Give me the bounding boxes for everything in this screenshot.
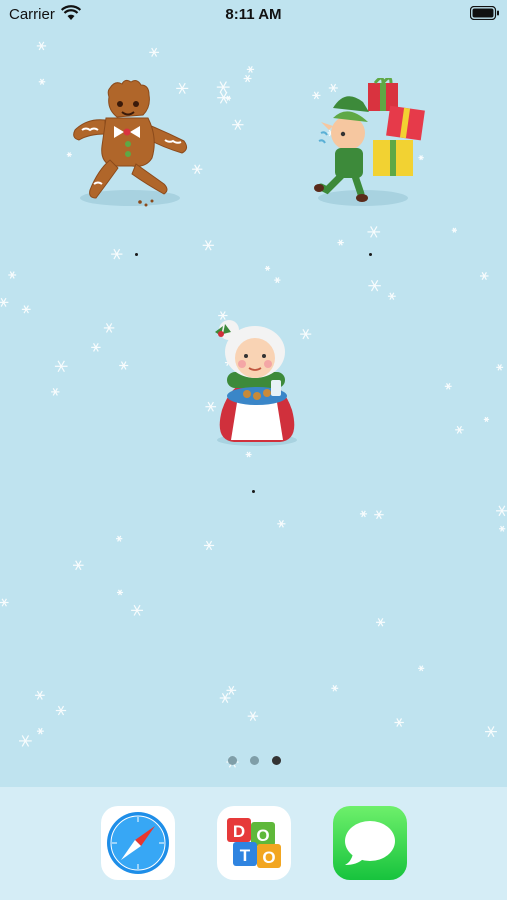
snowflake-icon bbox=[444, 383, 452, 390]
snowflake-icon bbox=[0, 297, 9, 307]
snowflake-icon bbox=[216, 81, 230, 93]
snowflake-icon bbox=[480, 271, 489, 280]
snowflake-icon bbox=[36, 727, 44, 735]
snowflake-icon bbox=[243, 74, 252, 83]
gingerbread-man-icon bbox=[73, 79, 188, 207]
snowflake-icon bbox=[277, 519, 286, 528]
snowflake-icon bbox=[226, 685, 237, 695]
doto-letter: D bbox=[233, 822, 245, 841]
snowflake-icon bbox=[368, 280, 381, 292]
snowflake-icon bbox=[232, 119, 244, 130]
snowflake-icon bbox=[246, 65, 255, 73]
snowflake-icon bbox=[54, 360, 68, 373]
snowflake-icon bbox=[202, 240, 214, 251]
snowflake-icon bbox=[217, 91, 231, 104]
page-indicator[interactable] bbox=[0, 756, 507, 766]
snowflake-icon bbox=[496, 364, 504, 371]
messages-bubble-icon bbox=[333, 806, 407, 880]
snowflake-icon bbox=[38, 78, 46, 85]
doto-app[interactable]: D O T O bbox=[217, 806, 291, 880]
mrs-claus-icon bbox=[215, 320, 297, 446]
app-label-dot bbox=[369, 253, 372, 256]
app-label-dot bbox=[252, 490, 255, 493]
snowflake-icon bbox=[337, 239, 344, 246]
snowflake-icon bbox=[51, 387, 60, 396]
snowflake-icon bbox=[91, 342, 101, 352]
snowflake-icon bbox=[34, 690, 45, 700]
snowflake-icon bbox=[21, 305, 31, 314]
snowflake-icon bbox=[451, 227, 457, 233]
messages-app[interactable] bbox=[333, 806, 407, 880]
snowflake-icon bbox=[8, 271, 17, 279]
elf-gifts-icon bbox=[314, 76, 425, 206]
snowflake-icon bbox=[219, 693, 231, 703]
snowflake-icon bbox=[496, 505, 507, 517]
page-dot[interactable] bbox=[250, 756, 259, 765]
doto-app-icon: D O T O bbox=[217, 806, 291, 880]
snowflake-icon bbox=[387, 292, 396, 300]
snowflake-icon bbox=[19, 735, 32, 747]
page-dot[interactable] bbox=[228, 756, 237, 765]
snowflake-icon bbox=[483, 416, 490, 423]
snowflake-icon bbox=[331, 685, 339, 692]
snowflake-icon bbox=[394, 718, 404, 727]
snowflake-icon bbox=[103, 323, 115, 333]
elf-with-gifts-sticker[interactable] bbox=[313, 76, 438, 218]
snowflake-icon bbox=[0, 598, 9, 607]
snowflake-icon bbox=[376, 618, 386, 627]
snowflake-icon bbox=[367, 226, 381, 238]
status-bar: Carrier 8:11 AM bbox=[0, 0, 507, 30]
snowflake-icon bbox=[455, 425, 464, 434]
snowflake-icon bbox=[119, 361, 129, 370]
snowflake-icon bbox=[55, 705, 67, 716]
app-label-dot bbox=[135, 253, 138, 256]
snowflake-icon bbox=[149, 47, 160, 57]
home-screen: Carrier 8:11 AM D O T O bbox=[0, 0, 507, 900]
snowflake-icon bbox=[359, 510, 368, 518]
snowflake-icon bbox=[131, 604, 144, 616]
mrs-claus-cookies-sticker[interactable] bbox=[197, 310, 312, 455]
snowflake-icon bbox=[374, 510, 384, 520]
snowflake-icon bbox=[73, 560, 84, 571]
dock: D O T O bbox=[0, 787, 507, 900]
snowflake-icon bbox=[111, 248, 123, 260]
doto-letter: T bbox=[240, 846, 251, 865]
snowflake-icon bbox=[247, 711, 259, 721]
doto-letter: O bbox=[256, 826, 269, 845]
snowflake-icon bbox=[418, 665, 425, 672]
snowflake-icon bbox=[485, 726, 497, 738]
battery-icon bbox=[470, 6, 499, 20]
page-dot-active[interactable] bbox=[272, 756, 281, 765]
gingerbread-man-sticker[interactable] bbox=[70, 78, 195, 218]
snowflake-icon bbox=[499, 525, 506, 532]
snowflake-icon bbox=[274, 277, 281, 284]
snowflake-icon bbox=[116, 589, 124, 596]
safari-app[interactable] bbox=[101, 806, 175, 880]
safari-compass-icon bbox=[101, 806, 175, 880]
clock: 8:11 AM bbox=[225, 6, 282, 23]
snowflake-icon bbox=[264, 265, 271, 271]
snowflake-icon bbox=[36, 41, 47, 51]
snowflake-icon bbox=[116, 535, 123, 542]
doto-letter: O bbox=[262, 848, 275, 867]
snowflake-icon bbox=[203, 540, 215, 551]
